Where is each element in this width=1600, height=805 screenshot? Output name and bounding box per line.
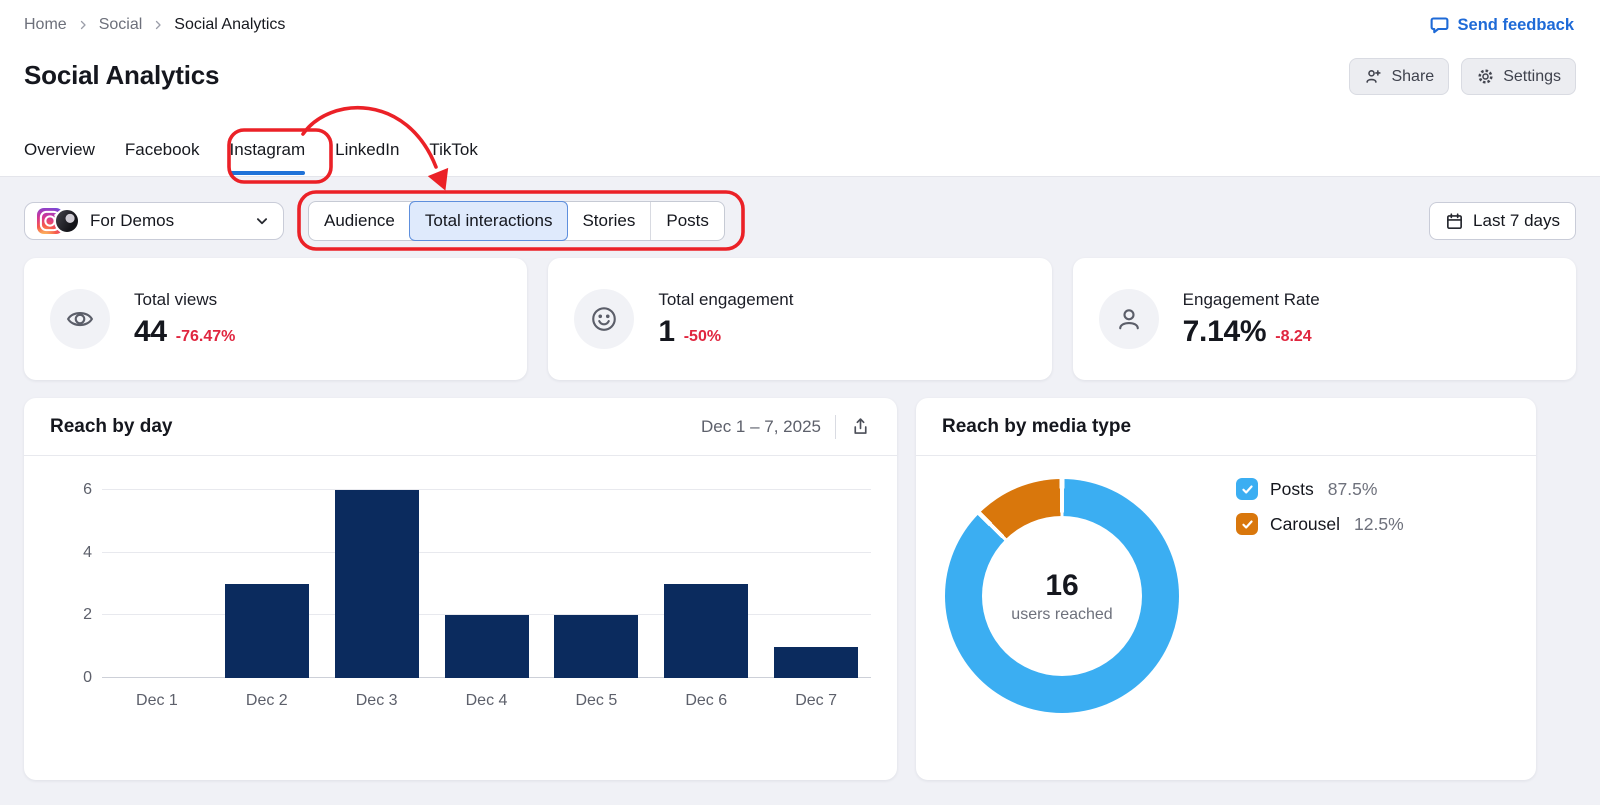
x-tick-label: Dec 2 [245, 692, 288, 709]
person-icon [1098, 289, 1159, 349]
bar-column [102, 490, 212, 678]
x-tick-label: Dec 7 [795, 692, 837, 709]
reach-by-day-x-axis: Dec 1 Dec 2 Dec 3 Dec 4 Dec 5 Dec 6 Dec 7 [102, 692, 871, 710]
metric-label: Engagement Rate [1182, 289, 1320, 309]
send-feedback-label: Send feedback [1457, 16, 1574, 34]
x-tick-label: Dec 4 [465, 692, 508, 709]
legend-label: Carousel [1270, 513, 1341, 534]
legend-value: 12.5% [1354, 513, 1404, 534]
bar-dec-6[interactable] [664, 584, 749, 678]
gear-icon [1476, 67, 1495, 86]
segment-total-interactions[interactable]: Total interactions [408, 201, 569, 241]
tab-tiktok[interactable]: TikTok [429, 140, 478, 175]
engagement-rate-card: Engagement Rate 7.14% -8.24 [1072, 258, 1576, 380]
tab-instagram[interactable]: Instagram [229, 140, 305, 175]
header-actions: Share Settings [1349, 58, 1576, 95]
social-analytics-page: Home Social Social Analytics Send feedba… [0, 0, 1600, 805]
bar-dec-7[interactable] [774, 646, 859, 678]
settings-button[interactable]: Settings [1461, 58, 1576, 95]
chevron-down-icon [253, 212, 271, 230]
report-segmented-control: Audience Total interactions Stories Post… [308, 201, 725, 241]
y-tick-label: 6 [83, 481, 92, 498]
x-tick-label: Dec 6 [685, 692, 728, 709]
metric-value: 1 [658, 314, 675, 348]
eye-icon [50, 289, 110, 349]
settings-button-label: Settings [1503, 67, 1561, 85]
metric-value: 44 [134, 314, 167, 348]
chart-date-range: Dec 1 – 7, 2025 [700, 416, 821, 436]
x-tick-label: Dec 3 [355, 692, 398, 709]
reach-by-media-card: Reach by media type 16 users reached Pos… [916, 398, 1536, 780]
donut-legend: Posts 87.5% Carousel 12.5% [1236, 478, 1404, 535]
person-plus-icon [1364, 67, 1383, 86]
metric-cards-row: Total views 44 -76.47% Total engagement … [24, 258, 1576, 380]
bar-dec-4[interactable] [444, 615, 529, 678]
bar-column [761, 490, 871, 678]
profile-selector-label: For Demos [90, 211, 175, 230]
tab-linkedin[interactable]: LinkedIn [335, 140, 399, 175]
breadcrumb-chevron-icon [152, 19, 164, 31]
metric-value: 7.14% [1182, 314, 1267, 348]
legend-item-posts: Posts 87.5% [1236, 478, 1404, 500]
breadcrumb-social[interactable]: Social [99, 16, 143, 34]
legend-item-carousel: Carousel 12.5% [1236, 513, 1404, 535]
total-engagement-card: Total engagement 1 -50% [548, 258, 1052, 380]
date-range-label: Last 7 days [1473, 211, 1560, 230]
header-divider [835, 414, 836, 439]
breadcrumb-home[interactable]: Home [24, 16, 67, 34]
x-tick-label: Dec 5 [575, 692, 618, 709]
avatar [54, 208, 80, 234]
export-icon[interactable] [850, 416, 871, 437]
metric-label: Total engagement [658, 289, 794, 309]
tab-overview[interactable]: Overview [24, 140, 95, 175]
bar-dec-5[interactable] [554, 615, 639, 678]
legend-value: 87.5% [1327, 478, 1378, 499]
bar-dec-3[interactable] [334, 490, 419, 678]
y-tick-label: 0 [83, 669, 92, 686]
bar-column [322, 490, 432, 678]
reach-by-day-plot: 0 2 4 6 [83, 481, 871, 686]
segment-audience[interactable]: Audience [309, 202, 410, 240]
metric-label: Total views [134, 289, 218, 309]
posts-checkbox[interactable] [1236, 478, 1258, 500]
profile-selector[interactable]: For Demos [24, 202, 284, 240]
breadcrumb-current: Social Analytics [174, 16, 286, 33]
send-feedback-link[interactable]: Send feedback [1429, 15, 1574, 36]
segment-stories[interactable]: Stories [567, 202, 650, 240]
bar-column [212, 490, 322, 678]
bar-column [432, 490, 542, 678]
donut-center: 16 users reached [982, 516, 1142, 676]
reach-by-media-title: Reach by media type [942, 415, 1132, 437]
smiley-icon [574, 289, 635, 349]
bars-container [102, 490, 871, 678]
page-title: Social Analytics [24, 60, 220, 90]
x-tick-label: Dec 1 [136, 692, 178, 709]
y-tick-label: 2 [83, 606, 92, 624]
share-button-label: Share [1391, 67, 1435, 85]
date-range-button[interactable]: Last 7 days [1429, 202, 1576, 240]
calendar-icon [1445, 212, 1464, 231]
reach-by-day-title: Reach by day [50, 415, 173, 437]
metric-change: -50% [683, 327, 722, 345]
breadcrumb-chevron-icon [77, 19, 89, 31]
breadcrumb: Home Social Social Analytics [24, 16, 285, 34]
legend-label: Posts [1270, 478, 1314, 499]
segment-posts[interactable]: Posts [650, 202, 724, 240]
y-tick-label: 4 [83, 543, 92, 561]
donut-center-label: users reached [1011, 605, 1113, 623]
total-views-card: Total views 44 -76.47% [24, 258, 528, 380]
reach-by-day-card: Reach by day Dec 1 – 7, 2025 0246 Dec 1D… [24, 398, 897, 780]
share-button[interactable]: Share [1349, 58, 1450, 95]
metric-change: -76.47% [175, 327, 236, 345]
bar-column [651, 490, 761, 678]
speech-bubble-icon [1429, 15, 1450, 36]
reach-donut-chart[interactable]: 16 users reached [945, 479, 1179, 713]
platform-tabs: Overview Facebook Instagram LinkedIn Tik… [24, 140, 478, 175]
carousel-checkbox[interactable] [1236, 513, 1258, 535]
tab-facebook[interactable]: Facebook [125, 140, 200, 175]
bar-column [541, 490, 651, 678]
bar-dec-2[interactable] [224, 584, 309, 678]
donut-center-value: 16 [1045, 568, 1079, 602]
metric-change: -8.24 [1275, 327, 1312, 345]
